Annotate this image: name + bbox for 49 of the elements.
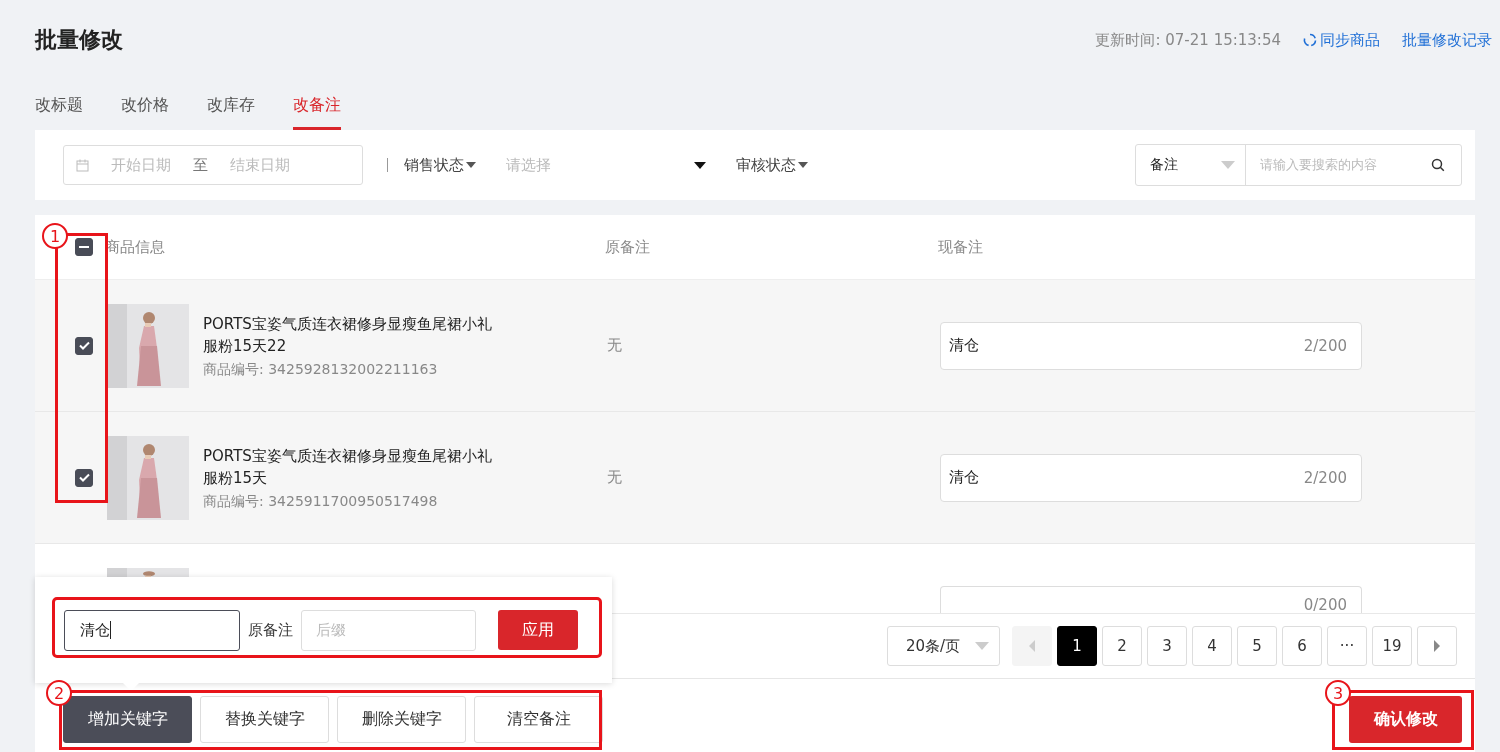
original-remark: 无 (607, 468, 622, 486)
tab[interactable]: 改库存 (207, 80, 255, 130)
action-button[interactable]: 增加关键字 (63, 696, 192, 743)
end-date-placeholder: 结束日期 (230, 155, 290, 175)
remark-field[interactable]: 0/200 (940, 586, 1362, 614)
start-date-placeholder: 开始日期 (111, 155, 171, 175)
page-button[interactable]: 1 (1057, 626, 1097, 666)
remark-field[interactable]: 清仓 2/200 (940, 453, 1362, 502)
history-link[interactable]: 批量修改记录 (1402, 30, 1492, 50)
row-checkbox[interactable] (75, 336, 93, 355)
sync-link[interactable]: 同步商品 (1303, 30, 1380, 50)
refresh-icon (1303, 33, 1317, 47)
minus-icon (79, 246, 89, 248)
field-label: 原备注 (248, 620, 293, 640)
check-icon (78, 341, 90, 350)
calendar-icon (76, 158, 89, 172)
page-button[interactable]: 5 (1237, 626, 1277, 666)
tab[interactable]: 改价格 (121, 80, 169, 130)
confirm-button[interactable]: 确认修改 (1349, 696, 1462, 743)
page-button[interactable]: 6 (1282, 626, 1322, 666)
date-range-field[interactable]: 开始日期 至 结束日期 (63, 145, 363, 185)
page-button[interactable]: 3 (1147, 626, 1187, 666)
column-header: 原备注 (605, 237, 651, 257)
update-time: 更新时间: 07-21 15:13:54 (1095, 30, 1281, 50)
sales-status-dropdown[interactable]: 销售状态 (404, 155, 476, 175)
product-title: PORTS宝姿气质连衣裙修身显瘦鱼尾裙小礼服粉15天 (203, 445, 493, 489)
action-button[interactable]: 替换关键字 (200, 696, 329, 743)
page-button[interactable]: 2 (1102, 626, 1142, 666)
original-remark: 无 (607, 336, 622, 354)
page-size-select[interactable]: 20条/页 (887, 626, 1000, 666)
product-code: 商品编号: 3425928132002211163 (203, 360, 439, 379)
product-title: PORTS宝姿气质连衣裙修身显瘦鱼尾裙小礼服粉15天22 (203, 313, 493, 357)
page-button[interactable]: 4 (1192, 626, 1232, 666)
tab[interactable]: 改标题 (35, 80, 83, 130)
remark-field[interactable]: 清仓 2/200 (940, 321, 1362, 370)
row-checkbox[interactable] (75, 468, 93, 487)
action-button[interactable]: 删除关键字 (337, 696, 466, 743)
select-all-checkbox[interactable] (75, 238, 93, 256)
action-button[interactable]: 清空备注 (474, 696, 603, 743)
keyword-field[interactable]: 清仓 (64, 609, 240, 651)
audit-status-dropdown[interactable]: 审核状态 (736, 155, 808, 175)
column-header: 现备注 (938, 237, 984, 257)
page-button[interactable]: ··· (1327, 626, 1367, 666)
page-button[interactable]: 19 (1372, 626, 1412, 666)
product-code: 商品编号: 3425911700950517498 (203, 492, 439, 511)
page-title: 批量修改 (35, 26, 123, 54)
date-separator: 至 (193, 155, 208, 175)
apply-button[interactable]: 应用 (498, 610, 578, 650)
check-icon (78, 473, 90, 482)
